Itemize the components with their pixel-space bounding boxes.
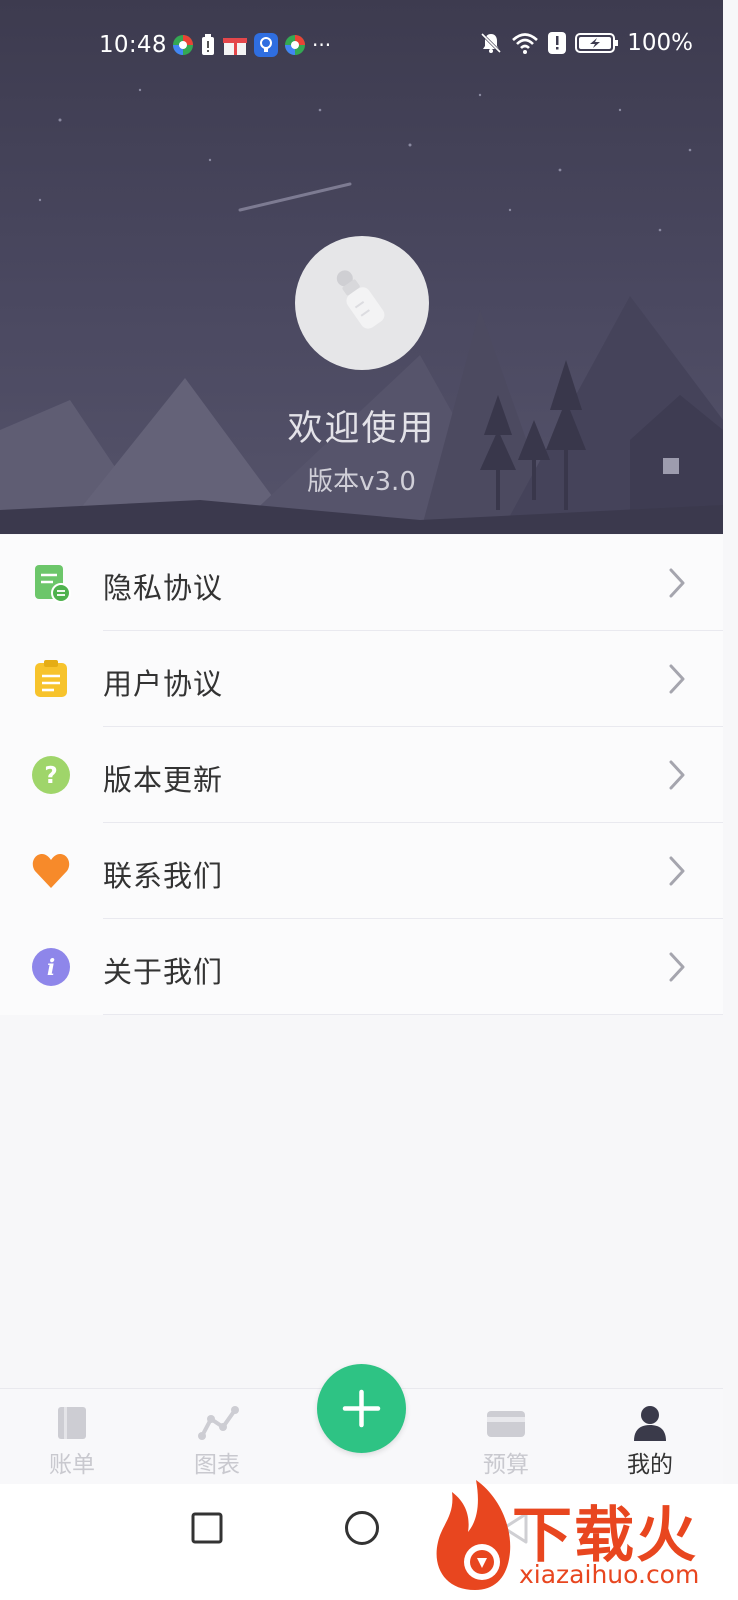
chevron-right-icon	[669, 856, 685, 886]
settings-menu: 隐私协议 用户协议 ? 版本更新 联系我们 i 关于我们	[0, 535, 723, 1015]
version-text: 版本v3.0	[307, 467, 416, 497]
avatar[interactable]	[295, 236, 429, 370]
menu-item-label: 关于我们	[103, 955, 224, 989]
menu-item-privacy[interactable]: 隐私协议	[0, 535, 723, 631]
status-bar: 10:48 ··· 100%	[0, 0, 723, 90]
tab-charts[interactable]: 图表	[157, 1389, 277, 1485]
battery-charging-icon	[575, 33, 619, 53]
tab-bills[interactable]: 账单	[12, 1389, 132, 1485]
mute-bell-icon	[481, 32, 502, 54]
more-notifications: ···	[312, 33, 332, 57]
status-right: 100%	[479, 30, 693, 56]
chevron-right-icon	[669, 952, 685, 982]
baby-bottle-icon	[336, 270, 385, 329]
wifi-icon	[512, 33, 539, 54]
heart-icon	[32, 854, 70, 888]
home-icon[interactable]	[344, 1510, 380, 1546]
welcome-text: 欢迎使用	[287, 409, 436, 449]
battery-alert-icon	[202, 34, 214, 55]
flame-logo-icon	[436, 1480, 511, 1590]
recent-apps-icon[interactable]	[191, 1512, 223, 1544]
profile-header: 10:48 ··· 100% 欢迎使用 版本v3.0	[0, 0, 723, 534]
watermark-domain: xiazaihuo.com	[519, 1560, 700, 1589]
add-record-button[interactable]	[317, 1364, 406, 1453]
menu-item-user-agreement[interactable]: 用户协议	[0, 631, 723, 727]
tab-budget[interactable]: 预算	[446, 1389, 566, 1485]
app-notification-icon-2	[285, 35, 305, 55]
gift-box-icon	[223, 38, 247, 55]
chart-icon	[198, 1406, 239, 1440]
question-icon: ?	[32, 756, 70, 794]
menu-item-contact-us[interactable]: 联系我们	[0, 823, 723, 919]
menu-item-label: 版本更新	[103, 763, 224, 797]
user-icon	[634, 1406, 666, 1441]
clipboard-icon	[35, 660, 67, 697]
info-icon: i	[32, 948, 70, 986]
divider	[103, 1014, 723, 1015]
notification-icons: ···	[172, 33, 331, 57]
menu-item-version-update[interactable]: ? 版本更新	[0, 727, 723, 823]
tab-label: 图表	[194, 1452, 240, 1478]
plus-icon	[342, 1389, 381, 1428]
svg-text:i: i	[47, 955, 55, 981]
svg-text:?: ?	[44, 763, 57, 789]
menu-item-about-us[interactable]: i 关于我们	[0, 919, 723, 1015]
menu-item-label: 联系我们	[103, 859, 224, 893]
menu-item-label: 用户协议	[103, 667, 224, 701]
chevron-right-icon	[669, 760, 685, 790]
chevron-right-icon	[669, 568, 685, 598]
card-icon	[487, 1411, 525, 1437]
tab-label: 账单	[49, 1452, 95, 1478]
app-notification-icon	[173, 35, 193, 55]
book-icon	[58, 1407, 86, 1439]
status-time: 10:48	[99, 32, 167, 58]
bulb-app-icon	[254, 33, 278, 57]
chevron-right-icon	[669, 664, 685, 694]
privacy-doc-icon	[35, 565, 71, 603]
tab-mine[interactable]: 我的	[590, 1389, 710, 1485]
battery-percent: 100%	[627, 30, 693, 56]
menu-item-label: 隐私协议	[103, 571, 224, 605]
alert-icon	[548, 32, 567, 54]
